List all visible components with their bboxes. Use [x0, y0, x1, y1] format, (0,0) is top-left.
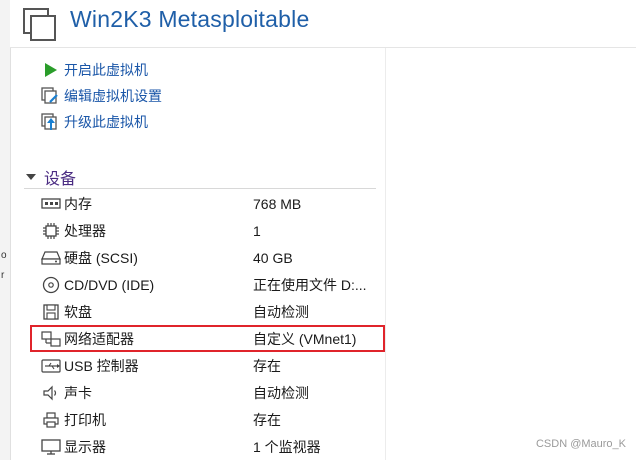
edit-vm-settings-link[interactable]: 编辑虚拟机设置 [40, 85, 162, 107]
device-row-hard-disk[interactable]: 硬盘 (SCSI) 40 GB [40, 245, 380, 271]
edit-vm-settings-label: 编辑虚拟机设置 [64, 88, 162, 104]
device-value: 存在 [253, 358, 281, 374]
panel-divider [385, 48, 386, 460]
device-name: CD/DVD (IDE) [64, 277, 155, 293]
collapse-triangle-icon [24, 170, 38, 184]
device-row-network-adapter[interactable]: 网络适配器 自定义 (VMnet1) [40, 326, 380, 352]
device-value: 自动检测 [253, 385, 309, 401]
device-name: 打印机 [64, 412, 106, 428]
power-on-vm-link[interactable]: 开启此虚拟机 [40, 59, 148, 81]
device-value: 1 个监视器 [253, 439, 321, 455]
printer-icon [40, 409, 62, 431]
devices-section-title: 设备 [44, 171, 77, 188]
device-row-processor[interactable]: 处理器 1 [40, 218, 380, 244]
display-icon [40, 436, 62, 458]
left-edge-glyph: r [1, 270, 5, 281]
left-panel-edge: o r [0, 0, 11, 460]
device-name: 硬盘 (SCSI) [64, 250, 138, 266]
device-row-usb-controller[interactable]: USB 控制器 存在 [40, 353, 380, 379]
sound-card-icon [40, 382, 62, 404]
upgrade-icon [40, 112, 60, 132]
edit-settings-icon [40, 86, 60, 106]
play-icon [40, 60, 60, 80]
devices-section-toggle[interactable]: 设备 [24, 166, 76, 188]
device-name: USB 控制器 [64, 358, 139, 374]
device-value: 40 GB [253, 250, 293, 266]
csdn-watermark: CSDN @Mauro_K [535, 438, 626, 450]
device-value: 自动检测 [253, 304, 309, 320]
virtual-machine-icon [22, 7, 58, 43]
upgrade-vm-link[interactable]: 升级此虚拟机 [40, 111, 148, 133]
device-row-floppy[interactable]: 软盘 自动检测 [40, 299, 380, 325]
vm-summary-page: o r Win2K3 Metasploitable 开启此虚拟机 编辑虚拟机设置 [0, 0, 636, 460]
device-value: 存在 [253, 412, 281, 428]
device-value: 1 [253, 223, 261, 239]
device-value: 768 MB [253, 196, 302, 212]
hard-disk-icon [40, 247, 62, 269]
device-name: 声卡 [64, 385, 92, 401]
left-edge-glyph: o [1, 250, 7, 261]
floppy-icon [40, 301, 62, 323]
usb-icon [40, 355, 62, 377]
section-divider [24, 188, 376, 189]
device-value: 正在使用文件 D:... [253, 277, 367, 293]
title-divider [10, 47, 636, 48]
memory-icon [40, 193, 62, 215]
network-adapter-icon [40, 328, 62, 350]
device-row-memory[interactable]: 内存 768 MB [40, 191, 380, 217]
power-on-vm-label: 开启此虚拟机 [64, 62, 148, 78]
cd-dvd-icon [40, 274, 62, 296]
vm-title: Win2K3 Metasploitable [70, 6, 310, 32]
device-name: 处理器 [64, 223, 106, 239]
device-row-cd-dvd[interactable]: CD/DVD (IDE) 正在使用文件 D:... [40, 272, 380, 298]
device-name: 软盘 [64, 304, 92, 320]
device-name: 显示器 [64, 439, 106, 455]
device-value: 自定义 (VMnet1) [253, 331, 357, 347]
device-row-sound-card[interactable]: 声卡 自动检测 [40, 380, 380, 406]
device-row-display[interactable]: 显示器 1 个监视器 [40, 434, 380, 460]
vm-title-bar: Win2K3 Metasploitable [10, 0, 636, 48]
device-name: 网络适配器 [64, 331, 134, 347]
device-name: 内存 [64, 196, 92, 212]
processor-icon [40, 220, 62, 242]
device-row-printer[interactable]: 打印机 存在 [40, 407, 380, 433]
upgrade-vm-label: 升级此虚拟机 [64, 114, 148, 130]
